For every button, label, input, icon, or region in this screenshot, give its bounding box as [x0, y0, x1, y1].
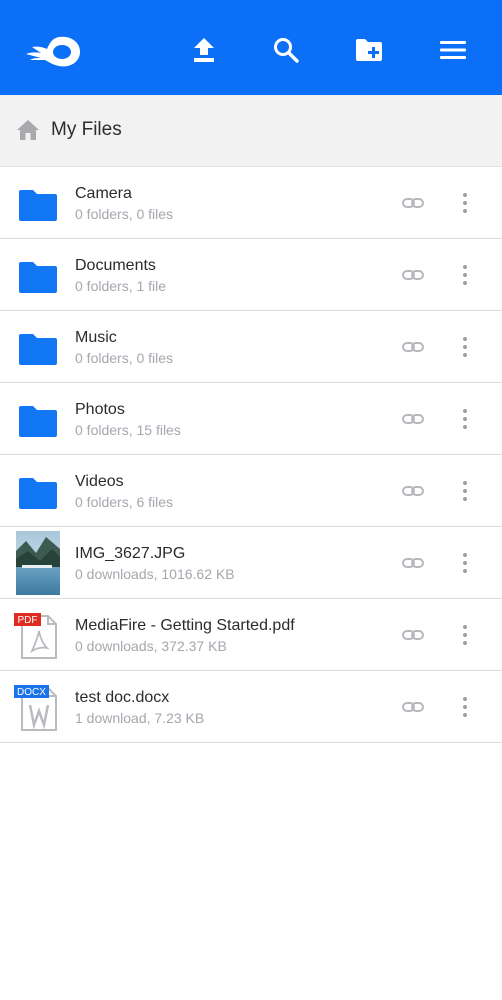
- more-vertical-icon: [463, 623, 467, 647]
- menu-button[interactable]: [436, 33, 470, 67]
- menu-icon: [440, 41, 466, 59]
- item-meta: 1 download, 7.23 KB: [75, 710, 205, 726]
- more-options-button[interactable]: [455, 407, 475, 431]
- upload-icon: [194, 38, 214, 62]
- more-vertical-icon: [463, 479, 467, 503]
- pdf-badge-label: PDF: [18, 615, 38, 626]
- docx-file-icon: DOCX: [14, 685, 57, 731]
- top-app-bar: [0, 0, 502, 95]
- more-vertical-icon: [463, 191, 467, 215]
- breadcrumb: My Files: [0, 95, 502, 167]
- mediafire-logo-icon[interactable]: [22, 34, 82, 70]
- item-name: Photos: [75, 401, 125, 418]
- docx-badge-label: DOCX: [17, 687, 46, 698]
- breadcrumb-current: My Files: [51, 119, 122, 140]
- link-icon[interactable]: [401, 554, 425, 572]
- item-meta: 0 folders, 0 files: [75, 206, 174, 222]
- item-name: Videos: [75, 473, 124, 490]
- more-options-button[interactable]: [455, 479, 475, 503]
- more-vertical-icon: [463, 695, 467, 719]
- link-icon[interactable]: [401, 338, 425, 356]
- link-icon[interactable]: [401, 266, 425, 284]
- item-meta: 0 folders, 0 files: [75, 350, 174, 366]
- item-name: IMG_3627.JPG: [75, 545, 186, 562]
- list-item[interactable]: Music 0 folders, 0 files: [0, 311, 502, 383]
- list-item[interactable]: Camera 0 folders, 0 files: [0, 167, 502, 239]
- list-item[interactable]: IMG_3627.JPG 0 downloads, 1016.62 KB: [0, 527, 502, 599]
- new-folder-button[interactable]: [352, 33, 386, 67]
- item-name: Music: [75, 329, 117, 346]
- folder-icon: [19, 406, 57, 437]
- item-meta: 0 downloads, 1016.62 KB: [75, 566, 235, 582]
- more-vertical-icon: [463, 263, 467, 287]
- item-name: MediaFire - Getting Started.pdf: [75, 617, 295, 634]
- link-icon[interactable]: [401, 482, 425, 500]
- link-icon[interactable]: [401, 626, 425, 644]
- pdf-file-icon: PDF: [14, 613, 57, 659]
- list-item[interactable]: PDF MediaFire - Getting Started.pdf 0 do…: [0, 599, 502, 671]
- more-options-button[interactable]: [455, 551, 475, 575]
- more-vertical-icon: [463, 335, 467, 359]
- link-icon[interactable]: [401, 410, 425, 428]
- more-options-button[interactable]: [455, 335, 475, 359]
- item-name: test doc.docx: [75, 689, 170, 706]
- link-icon[interactable]: [401, 194, 425, 212]
- folder-icon: [19, 190, 57, 221]
- item-meta: 0 folders, 15 files: [75, 422, 181, 438]
- more-vertical-icon: [463, 551, 467, 575]
- link-icon[interactable]: [401, 698, 425, 716]
- item-meta: 0 folders, 1 file: [75, 278, 167, 294]
- file-list: Camera 0 folders, 0 files Documents 0 fo…: [0, 167, 502, 743]
- item-name: Documents: [75, 257, 156, 274]
- more-vertical-icon: [463, 407, 467, 431]
- upload-button[interactable]: [187, 33, 221, 67]
- list-item[interactable]: DOCX test doc.docx 1 download, 7.23 KB: [0, 671, 502, 743]
- list-item[interactable]: Documents 0 folders, 1 file: [0, 239, 502, 311]
- more-options-button[interactable]: [455, 623, 475, 647]
- item-meta: 0 downloads, 372.37 KB: [75, 638, 227, 654]
- folder-icon: [19, 478, 57, 509]
- list-item[interactable]: Videos 0 folders, 6 files: [0, 455, 502, 527]
- image-thumbnail: [16, 531, 60, 595]
- more-options-button[interactable]: [455, 191, 475, 215]
- more-options-button[interactable]: [455, 695, 475, 719]
- more-options-button[interactable]: [455, 263, 475, 287]
- search-button[interactable]: [269, 33, 303, 67]
- home-icon[interactable]: [16, 119, 40, 141]
- item-name: Camera: [75, 185, 132, 202]
- new-folder-icon: [356, 39, 382, 61]
- search-icon: [274, 38, 299, 63]
- item-meta: 0 folders, 6 files: [75, 494, 174, 510]
- list-item[interactable]: Photos 0 folders, 15 files: [0, 383, 502, 455]
- folder-icon: [19, 262, 57, 293]
- folder-icon: [19, 334, 57, 365]
